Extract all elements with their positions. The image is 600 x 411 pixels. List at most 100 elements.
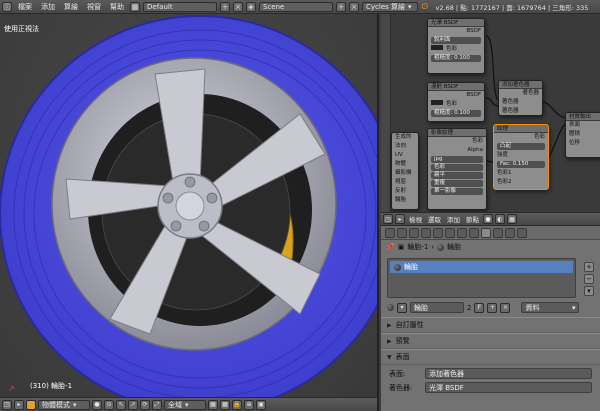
diffuse-bsdf-node[interactable]: 漫射 BSDF BSDF 色彩 粗糙度: 0.100 <box>427 82 485 122</box>
object-label: (310) 輪胎-1 <box>30 382 73 390</box>
layers-icon[interactable]: ▦ <box>208 399 218 410</box>
world-tab-icon[interactable] <box>421 227 431 238</box>
image-projection-field[interactable]: 扁平 <box>431 172 483 179</box>
translate-icon[interactable]: ↗ <box>128 399 138 410</box>
glossy-roughness-field[interactable]: 粗糙度: 0.100 <box>431 55 481 62</box>
add-slot-button[interactable]: + <box>584 262 594 272</box>
texture-tab-icon[interactable] <box>493 227 503 238</box>
breadcrumb: 📌 ▣ 輪胎-1 › 輪胎 <box>386 243 462 251</box>
glossy-distribution-field[interactable]: 銳利面 <box>431 37 481 44</box>
menu-add[interactable]: 添加 <box>38 2 58 12</box>
texture-coordinate-node[interactable]: 生成的 法向 UV 物體 攝影機 視窗 反射 輪胎 <box>391 132 419 210</box>
surface-label: 表面: <box>389 369 406 378</box>
menu-help[interactable]: 幫助 <box>107 2 127 12</box>
diffuse-roughness-field[interactable]: 粗糙度: 0.100 <box>431 110 481 117</box>
node-menu-add[interactable]: 添加 <box>445 214 462 224</box>
rotate-icon[interactable]: ⟳ <box>140 399 150 410</box>
material-slot-item[interactable]: 輪胎 <box>390 261 573 273</box>
add-layout-button[interactable]: + <box>220 1 230 12</box>
bump-type-field[interactable]: 凸起 <box>497 143 545 150</box>
unlink-material-button[interactable]: × <box>500 302 511 313</box>
custom-props-section[interactable]: ▶ 自訂屬性 <box>381 317 600 333</box>
material-ball-icon <box>394 263 401 271</box>
node-menu-view[interactable]: 檢視 <box>407 214 424 224</box>
menu-render[interactable]: 算繪 <box>61 2 81 12</box>
pivot-icon[interactable]: ⊙ <box>104 399 114 410</box>
users-count[interactable]: 2 <box>467 304 471 312</box>
view-menu-icon[interactable]: ▸ <box>14 399 24 410</box>
glossy-color-row[interactable]: 色彩 <box>428 45 484 54</box>
render-preview-icon[interactable]: ▣ <box>256 399 266 410</box>
render-engine-dropdown[interactable]: Cycles 算繪 ▾ <box>362 1 418 12</box>
shader-type-icon[interactable]: ● <box>483 214 493 224</box>
layout-dropdown[interactable]: Default <box>143 1 217 12</box>
world-icon[interactable]: ◐ <box>495 214 505 224</box>
shader-field[interactable]: 光澤 BSDF <box>425 382 592 393</box>
shader-label: 著色器: <box>389 383 413 392</box>
properties-tabs <box>381 226 600 240</box>
add-shader-node[interactable]: 添加著色器 著色器 著色器 著色器 <box>498 80 543 116</box>
manipulator-icon[interactable]: ↖ <box>116 399 126 410</box>
bump-factor-field[interactable]: Fac: 0.150 <box>497 161 545 168</box>
top-info-bar: ⓘ 檔案 添加 算繪 視窗 幫助 ▦ Default + × ◈ Scene +… <box>0 0 600 14</box>
3d-viewport[interactable]: 使用正視法 (310) 輪胎-1 ↗ <box>0 14 379 397</box>
link-dropdown[interactable]: 資料 ▾ <box>521 302 580 313</box>
editor-type-icon[interactable]: ◳ <box>2 399 12 410</box>
image-color-field[interactable]: 色彩 <box>431 164 483 171</box>
shading-icon[interactable]: ● <box>92 399 102 410</box>
add-scene-button[interactable]: + <box>336 1 346 12</box>
material-name-field[interactable]: 輪胎 <box>410 302 464 313</box>
scale-icon[interactable]: ⤢ <box>152 399 162 410</box>
layers-tab-icon[interactable] <box>397 227 407 238</box>
surface-shader-field[interactable]: 添加著色器 <box>425 368 592 379</box>
particles-tab-icon[interactable] <box>505 227 515 238</box>
image-extension-field[interactable]: 重複 <box>431 180 483 187</box>
browse-material-icon[interactable]: ▾ <box>397 302 407 313</box>
transform-orientation-dropdown[interactable]: 全域 ▾ <box>164 399 206 410</box>
image-file-field[interactable]: jpg <box>431 156 483 163</box>
viewport-header: ◳ ▸ 物體模式 ▾ ● ⊙ ↖ ↗ ⟳ ⤢ 全域 ▾ ▦ ▦ 🔒 ⊕ ▣ <box>0 397 379 411</box>
preview-section[interactable]: ▶ 預覽 <box>381 333 600 349</box>
image-source-field[interactable]: 單一影像 <box>431 188 483 195</box>
menu-file[interactable]: 檔案 <box>15 2 35 12</box>
material-slot-list[interactable]: 輪胎 <box>387 258 576 298</box>
node-menu-node[interactable]: 節點 <box>464 214 481 224</box>
layout-icon[interactable]: ▦ <box>130 1 140 12</box>
render-tab-icon[interactable] <box>385 227 395 238</box>
remove-layout-button[interactable]: × <box>233 1 243 12</box>
chevron-down-icon: ▾ <box>408 2 412 11</box>
scene-icon[interactable]: ◈ <box>246 1 256 12</box>
slot-specials-button[interactable]: ▾ <box>584 286 594 296</box>
scene-tab-icon[interactable] <box>409 227 419 238</box>
add-material-button[interactable]: + <box>487 302 498 313</box>
editor-type-button[interactable]: ⓘ <box>2 1 12 12</box>
layers-icon-2[interactable]: ▦ <box>220 399 230 410</box>
node-menu-toggle-icon[interactable]: ▸ <box>395 214 405 224</box>
diffuse-color-row[interactable]: 色彩 <box>428 100 484 109</box>
node-editor[interactable]: 光澤 BSDF BSDF 銳利面 色彩 粗糙度: 0.100 漫射 BSDF B… <box>381 14 600 212</box>
material-output-node[interactable]: 材質輸出 表面 體積 位移 <box>565 112 600 158</box>
glossy-bsdf-node[interactable]: 光澤 BSDF BSDF 銳利面 色彩 粗糙度: 0.100 <box>427 18 485 74</box>
object-tab-icon[interactable] <box>433 227 443 238</box>
mode-dropdown[interactable]: 物體模式 ▾ <box>38 399 90 410</box>
bump-texture-node[interactable]: 紋理 色彩 凸起 強度 Fac: 0.150 色彩1 色彩2 <box>493 124 549 190</box>
modifiers-tab-icon[interactable] <box>457 227 467 238</box>
lock-icon[interactable]: 🔒 <box>232 399 242 410</box>
texture-icon[interactable]: ▦ <box>507 214 517 224</box>
node-editor-type-icon[interactable]: ◳ <box>383 214 393 224</box>
constraints-tab-icon[interactable] <box>445 227 455 238</box>
node-menu-select[interactable]: 選取 <box>426 214 443 224</box>
pin-icon[interactable]: 📌 <box>386 243 395 251</box>
remove-slot-button[interactable]: − <box>584 274 594 284</box>
material-tab-icon[interactable] <box>481 227 491 238</box>
remove-scene-button[interactable]: × <box>349 1 359 12</box>
menu-window[interactable]: 視窗 <box>84 2 104 12</box>
surface-section[interactable]: ▼ 表面 <box>381 349 600 365</box>
properties-panel: 📌 ▣ 輪胎-1 › 輪胎 輪胎 + − ▾ ▾ 輪胎 2 F + × 資料 ▾ … <box>381 240 600 411</box>
fake-user-button[interactable]: F <box>474 302 485 313</box>
snap-icon[interactable]: ⊕ <box>244 399 254 410</box>
physics-tab-icon[interactable] <box>517 227 527 238</box>
image-texture-node[interactable]: 影像紋理 色彩 Alpha jpg 色彩 扁平 重複 單一影像 <box>427 128 487 210</box>
scene-dropdown[interactable]: Scene <box>259 1 333 12</box>
data-tab-icon[interactable] <box>469 227 479 238</box>
